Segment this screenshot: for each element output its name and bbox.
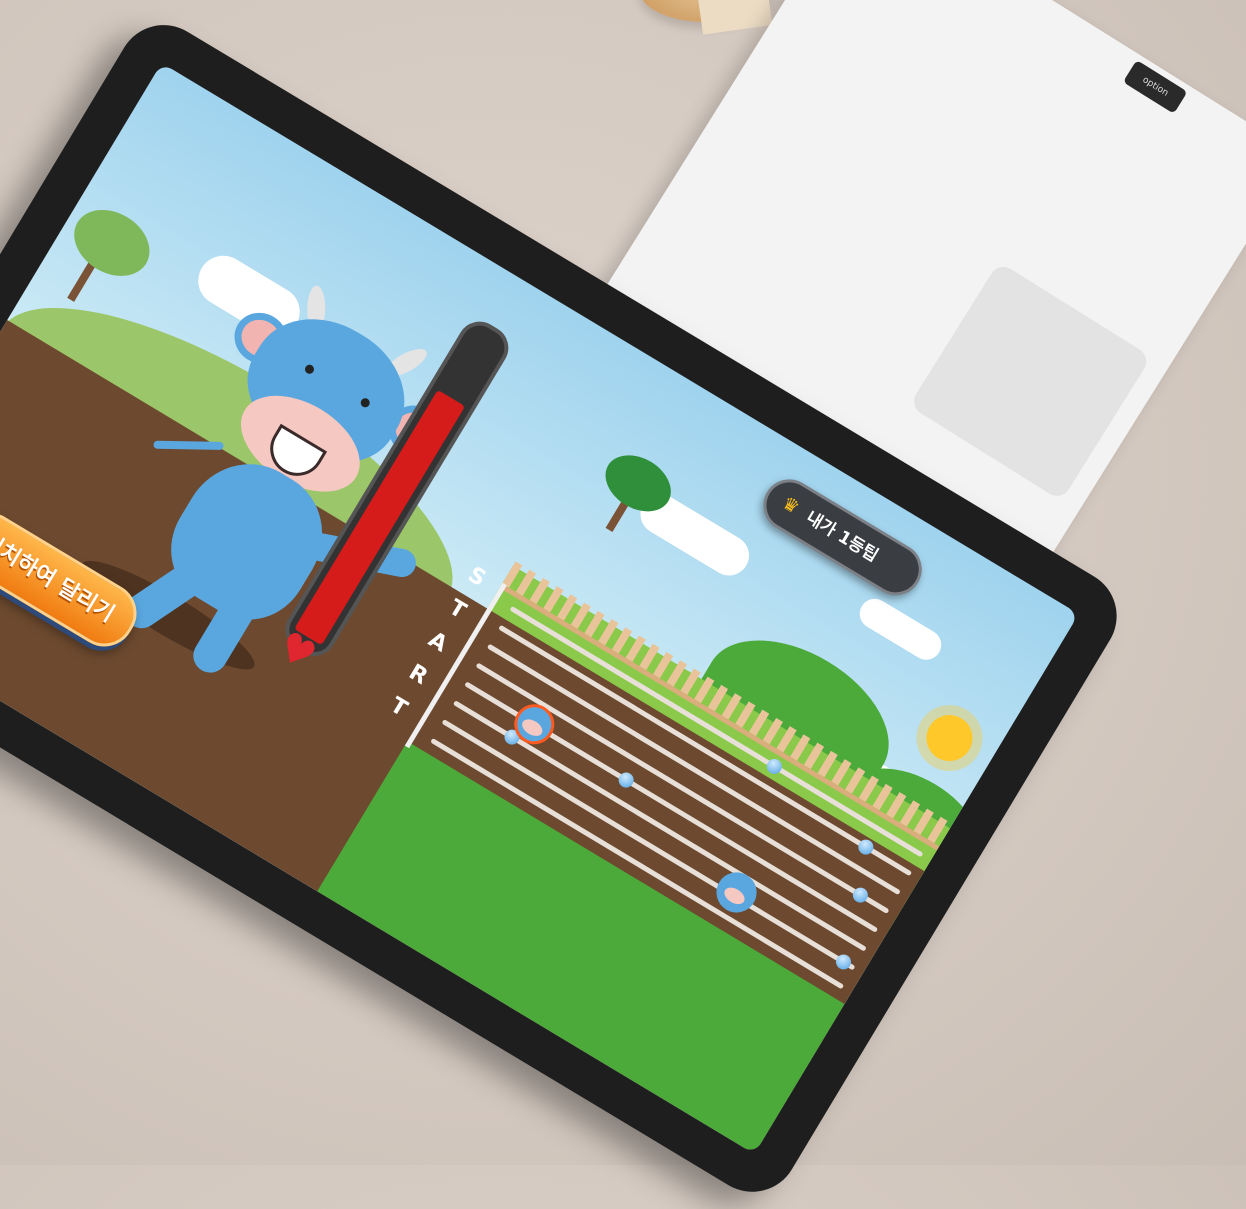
tail (153, 440, 224, 450)
trackpad (908, 261, 1152, 502)
crown-icon: ♛ (778, 492, 803, 519)
sun-icon (917, 706, 982, 770)
tip-button-label: 내가 1등팁 (802, 507, 882, 567)
option-key: option (1122, 59, 1188, 114)
winning-tip-button[interactable]: ♛내가 1등팁 (753, 469, 932, 605)
tree-icon (62, 196, 162, 290)
cloud (854, 593, 947, 666)
wrapper-paper (697, 0, 773, 35)
